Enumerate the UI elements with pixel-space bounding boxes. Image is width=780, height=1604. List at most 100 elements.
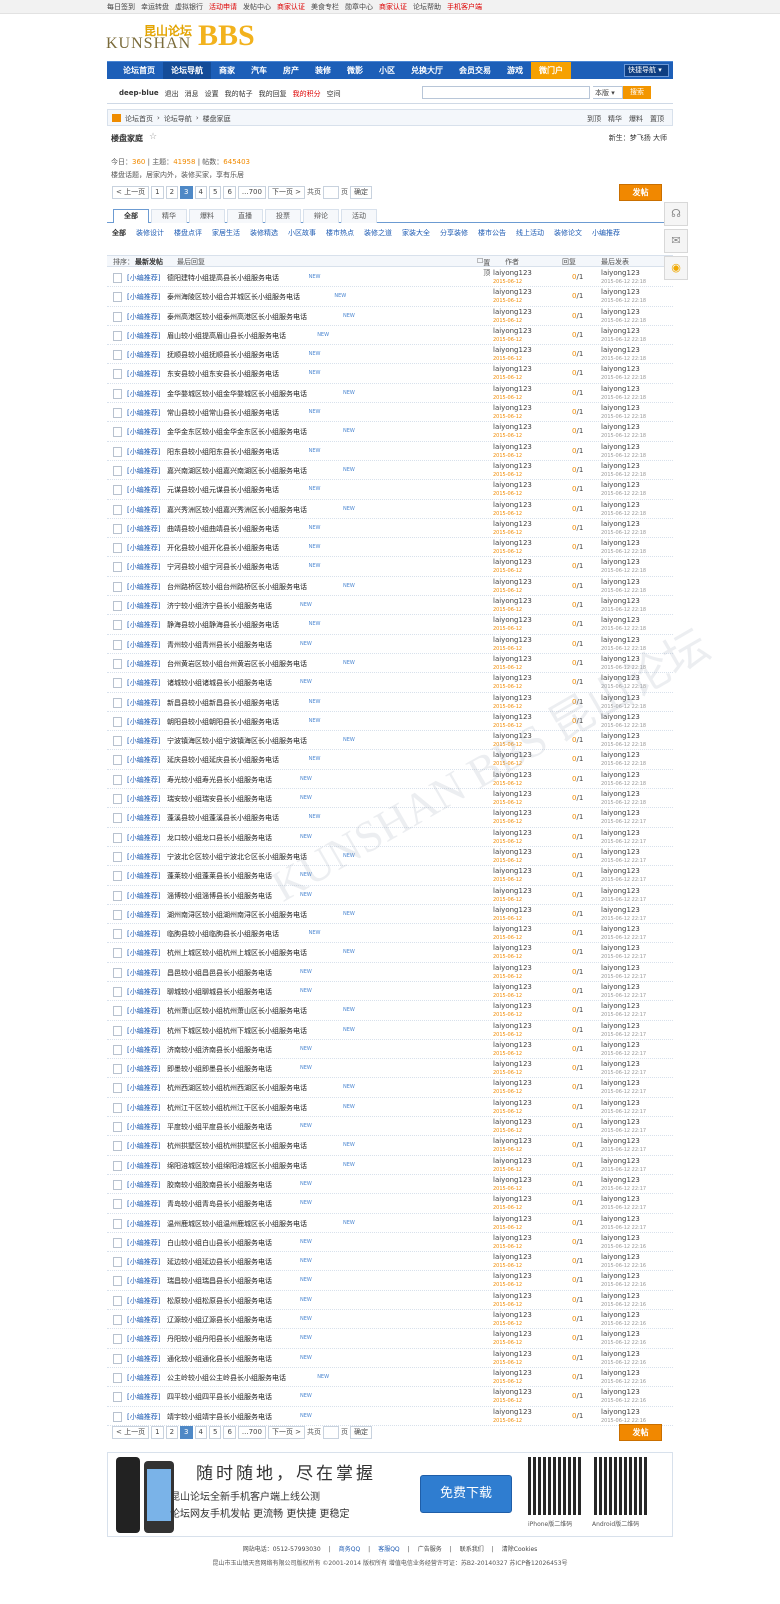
thread-author[interactable]: laiyong123 [493,597,532,605]
thread-author[interactable]: laiyong123 [493,694,532,702]
last-poster[interactable]: laiyong123 [601,501,640,509]
post-button-bottom[interactable]: 发帖 [619,1424,662,1441]
nav-item[interactable]: 兑换大厅 [403,62,451,79]
last-post-date[interactable]: 2015-06-12 22:16 [601,1302,646,1308]
last-poster[interactable]: laiyong123 [601,1002,640,1010]
home-icon[interactable] [112,114,121,122]
top-link[interactable]: 活动申请 [209,2,237,12]
last-poster[interactable]: laiyong123 [601,906,640,914]
thread-title[interactable]: 宁河县较小组宁河县长小组服务电话 [167,562,279,572]
category-link[interactable]: 楼盘点评 [174,227,202,240]
last-post-date[interactable]: 2015-06-12 22:16 [601,1282,646,1288]
last-poster[interactable]: laiyong123 [601,1215,640,1223]
last-poster[interactable]: laiyong123 [601,944,640,952]
last-poster[interactable]: laiyong123 [601,616,640,624]
last-poster[interactable]: laiyong123 [601,1079,640,1087]
thread-author[interactable]: laiyong123 [493,1002,532,1010]
last-post-date[interactable]: 2015-06-12 22:17 [601,819,646,825]
thread-title[interactable]: 台州路桥区较小组台州路桥区长小组服务电话 [167,582,307,592]
thread-title[interactable]: 眉山较小组提高眉山县长小组服务电话 [167,331,286,341]
last-post-date[interactable]: 2015-06-12 22:17 [601,839,646,845]
thread-author[interactable]: laiyong123 [493,1118,532,1126]
thread-title[interactable]: 新昌县较小组新昌县长小组服务电话 [167,698,279,708]
thread-title[interactable]: 通化较小组通化县长小组服务电话 [167,1354,272,1364]
nav-item[interactable]: 论坛导航 [163,62,211,79]
thread-tag[interactable]: [小编推荐] [127,813,160,823]
last-post-date[interactable]: 2015-06-12 22:16 [601,1263,646,1269]
thread-author[interactable]: laiyong123 [493,1195,532,1203]
pager-page[interactable]: 1 [151,186,164,199]
thread-title[interactable]: 淄博较小组淄博县长小组服务电话 [167,891,272,901]
thread-tag[interactable]: [小编推荐] [127,369,160,379]
top-link[interactable]: 发帖中心 [243,2,271,12]
thread-title[interactable]: 阳东县较小组阳东县长小组服务电话 [167,447,279,457]
thread-author[interactable]: laiyong123 [493,308,532,316]
thread-author[interactable]: laiyong123 [493,964,532,972]
pager-page[interactable]: 3 [180,1426,193,1439]
thread-author[interactable]: laiyong123 [493,867,532,875]
last-post-date[interactable]: 2015-06-12 22:18 [601,298,646,304]
thread-tag[interactable]: [小编推荐] [127,1238,160,1248]
last-poster[interactable]: laiyong123 [601,1118,640,1126]
last-poster[interactable]: laiyong123 [601,1022,640,1030]
last-poster[interactable]: laiyong123 [601,1253,640,1261]
thread-title[interactable]: 济南较小组济南县长小组服务电话 [167,1045,272,1055]
last-post-date[interactable]: 2015-06-12 22:17 [601,1089,646,1095]
category-link[interactable]: 家居生活 [212,227,240,240]
thread-tag[interactable]: [小编推荐] [127,698,160,708]
top-link[interactable]: 商家认证 [277,2,305,12]
pager-go-button[interactable]: 确定 [350,1426,373,1439]
last-post-date[interactable]: 2015-06-12 22:18 [601,279,646,285]
thread-author[interactable]: laiyong123 [493,906,532,914]
top-link[interactable]: 勋章中心 [345,2,373,12]
thread-title[interactable]: 嘉兴南湖区较小组嘉兴南湖区长小组服务电话 [167,466,307,476]
top-link[interactable]: 每日签到 [107,2,135,12]
thread-author[interactable]: laiyong123 [493,1350,532,1358]
thread-title[interactable]: 延边较小组延边县长小组服务电话 [167,1257,272,1267]
thread-tag[interactable]: [小编推荐] [127,1276,160,1286]
thread-author[interactable]: laiyong123 [493,1157,532,1165]
nav-item[interactable]: 会员交易 [451,62,499,79]
last-post-date[interactable]: 2015-06-12 22:17 [601,1147,646,1153]
last-post-date[interactable]: 2015-06-12 22:17 [601,974,646,980]
thread-tag[interactable]: [小编推荐] [127,987,160,997]
nav-item[interactable]: 商家 [211,62,243,79]
thread-tag[interactable]: [小编推荐] [127,1006,160,1016]
thread-tag[interactable]: [小编推荐] [127,408,160,418]
last-poster[interactable]: laiyong123 [601,481,640,489]
last-poster[interactable]: laiyong123 [601,790,640,798]
top-link[interactable]: 幸运转盘 [141,2,169,12]
thread-tag[interactable]: [小编推荐] [127,755,160,765]
last-poster[interactable]: laiyong123 [601,1060,640,1068]
last-post-date[interactable]: 2015-06-12 22:16 [601,1360,646,1366]
last-poster[interactable]: laiyong123 [601,925,640,933]
thread-title[interactable]: 公主岭较小组公主岭县长小组服务电话 [167,1373,286,1383]
thread-author[interactable]: laiyong123 [493,423,532,431]
last-post-date[interactable]: 2015-06-12 22:18 [601,568,646,574]
last-post-date[interactable]: 2015-06-12 22:18 [601,375,646,381]
category-link[interactable]: 线上活动 [516,227,544,240]
thread-author[interactable]: laiyong123 [493,616,532,624]
footer-link[interactable]: 商务QQ [339,1546,360,1553]
last-poster[interactable]: laiyong123 [601,1272,640,1280]
pager-page[interactable]: 6 [223,186,236,199]
thread-title[interactable]: 德阳建特小组提高县长小组服务电话 [167,273,279,283]
newest-member[interactable]: 新生：梦飞扬 大师 [609,133,667,143]
wechat-icon[interactable]: ✉ [664,229,688,253]
thread-tag[interactable]: [小编推荐] [127,292,160,302]
category-link[interactable]: 小区故事 [288,227,316,240]
thread-title[interactable]: 嘉兴秀洲区较小组嘉兴秀洲区长小组服务电话 [167,505,307,515]
last-post-date[interactable]: 2015-06-12 22:17 [601,935,646,941]
site-logo[interactable]: 昆山论坛 KUNSHAN BBS [106,20,276,53]
thread-title[interactable]: 即墨较小组即墨县长小组服务电话 [167,1064,272,1074]
last-poster[interactable]: laiyong123 [601,539,640,547]
pager-page[interactable]: ...700 [237,1426,266,1439]
last-poster[interactable]: laiyong123 [601,288,640,296]
thread-tag[interactable]: [小编推荐] [127,1412,160,1422]
thread-tag[interactable]: [小编推荐] [127,1161,160,1171]
thread-author[interactable]: laiyong123 [493,1292,532,1300]
category-link[interactable]: 小编推荐 [592,227,620,240]
last-poster[interactable]: laiyong123 [601,308,640,316]
thread-title[interactable]: 泰州海陵区较小组合并城区长小组服务电话 [167,292,300,302]
last-post-date[interactable]: 2015-06-12 22:18 [601,549,646,555]
